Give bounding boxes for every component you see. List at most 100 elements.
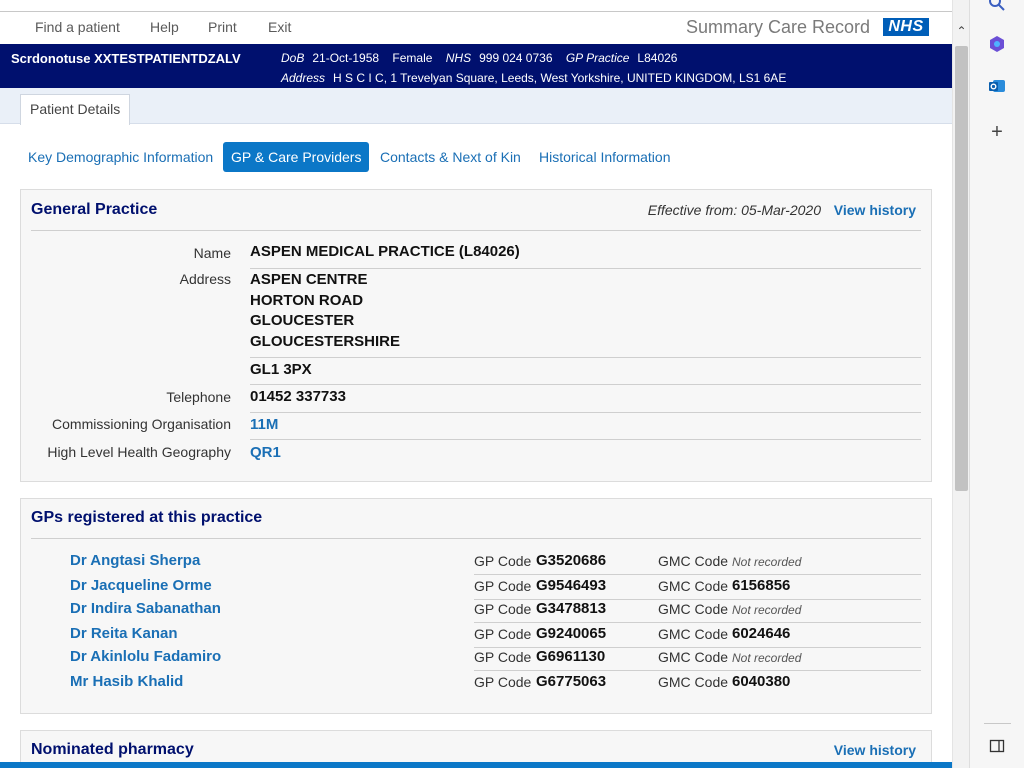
find-patient-link[interactable]: Find a patient [35, 19, 120, 35]
address-label: Address [281, 71, 326, 85]
dob-label: DoB [281, 51, 305, 65]
tab-bar: Patient Details [0, 88, 952, 125]
gp-code-value: G3520686 [536, 552, 607, 569]
nhs-logo: NHS [883, 18, 929, 36]
view-history-link[interactable]: View history [834, 202, 916, 218]
gp-code-label: GP Code [474, 674, 532, 690]
nhs-number-label: NHS [445, 51, 472, 65]
pharmacy-view-history-link[interactable]: View history [834, 742, 916, 758]
copilot-icon[interactable] [987, 35, 1007, 55]
chevron-up-icon[interactable]: ⌃ [953, 24, 970, 44]
row-divider [250, 268, 921, 269]
card-divider [31, 230, 921, 231]
page-content: Find a patient Help Print Exit Summary C… [0, 0, 952, 768]
row-divider [250, 357, 921, 358]
gp-code-value: G9546493 [536, 577, 607, 594]
gp-code-label: GP Code [474, 626, 532, 642]
subnav-gp-care-providers[interactable]: GP & Care Providers [223, 142, 370, 172]
scrollbar-thumb[interactable] [955, 46, 968, 491]
patient-banner: Scrdonotuse XXTESTPATIENTDZALV DoB 21-Oct… [0, 44, 952, 88]
card-divider [31, 538, 921, 539]
gmc-code-label: GMC Code [658, 578, 729, 594]
gp-name-link[interactable]: Mr Hasib Khalid [70, 673, 183, 690]
divider [984, 723, 1011, 724]
bottom-bar [0, 762, 952, 768]
gmc-code-value: Not recorded [732, 651, 802, 665]
outlook-icon[interactable] [987, 77, 1007, 97]
gp-code-label: GP Code [474, 578, 532, 594]
gmc-code-value: Not recorded [732, 555, 802, 569]
telephone-value: 01452 337733 [250, 388, 346, 405]
gp-name-link[interactable]: Dr Reita Kanan [70, 625, 178, 642]
gp-practice-label: GP Practice [565, 51, 630, 65]
gp-name-link[interactable]: Dr Jacqueline Orme [70, 577, 212, 594]
row-divider [474, 670, 921, 671]
address-line-1: ASPEN CENTRE [250, 271, 368, 288]
practice-address-label: Address [179, 271, 231, 287]
gp-code-value: G6961130 [536, 648, 606, 665]
effective-date: Effective from: 05-Mar-2020 [647, 202, 821, 218]
row-divider [474, 622, 921, 623]
practice-name-value: ASPEN MEDICAL PRACTICE (L84026) [250, 243, 520, 260]
browser-toolbar-remnant [0, 0, 952, 12]
subnav-contacts-next-of-kin[interactable]: Contacts & Next of Kin [380, 142, 521, 172]
gp-name-link[interactable]: Dr Indira Sabanathan [70, 600, 221, 617]
commissioning-label: Commissioning Organisation [52, 416, 231, 432]
subnav-key-demographic[interactable]: Key Demographic Information [28, 142, 213, 172]
sidebar-toggle-icon[interactable] [987, 738, 1007, 758]
row-divider [250, 384, 921, 385]
gp-name-link[interactable]: Dr Akinlolu Fadamiro [70, 648, 221, 665]
gp-practice-value: L84026 [637, 51, 678, 65]
row-divider [474, 574, 921, 575]
search-icon[interactable] [987, 0, 1007, 14]
exit-link[interactable]: Exit [268, 19, 291, 35]
commissioning-link[interactable]: 11M [250, 416, 278, 433]
gmc-code-label: GMC Code [658, 601, 729, 617]
general-practice-title: General Practice [31, 201, 158, 218]
gmc-code-value: Not recorded [732, 603, 802, 617]
general-practice-card: General Practice Effective from: 05-Mar-… [20, 189, 932, 482]
patient-name: Scrdonotuse XXTESTPATIENTDZALV [11, 51, 241, 66]
practice-name-label: Name [193, 245, 231, 261]
row-divider [250, 439, 921, 440]
gp-code-label: GP Code [474, 601, 532, 617]
gmc-code-label: GMC Code [658, 626, 729, 642]
address-value: H S C I C, 1 Trevelyan Square, Leeds, We… [333, 71, 787, 85]
telephone-label: Telephone [166, 389, 231, 405]
tab-patient-details[interactable]: Patient Details [20, 94, 131, 125]
patient-address-row: Address H S C I C, 1 Trevelyan Square, Le… [281, 71, 786, 85]
gmc-code-label: GMC Code [658, 649, 729, 665]
pharmacy-title: Nominated pharmacy [31, 741, 194, 758]
address-line-4: GLOUCESTERSHIRE [250, 333, 401, 350]
postcode-value: GL1 3PX [250, 361, 312, 378]
top-navigation: Find a patient Help Print Exit Summary C… [0, 12, 952, 44]
dob-value: 21-Oct-1958 [312, 51, 380, 65]
row-divider [250, 412, 921, 413]
gp-code-label: GP Code [474, 649, 532, 665]
gender-value: Female [392, 51, 433, 65]
gps-title: GPs registered at this practice [31, 509, 263, 526]
geography-label: High Level Health Geography [47, 444, 231, 460]
patient-demographics-row: DoB 21-Oct-1958 Female NHS 999 024 0736 GP… [281, 51, 687, 65]
add-icon[interactable]: + [987, 122, 1007, 142]
gmc-code-value: 6040380 [732, 673, 791, 690]
nhs-number-value: 999 024 0736 [479, 51, 553, 65]
gp-code-value: G3478813 [536, 600, 607, 617]
gp-code-value: G6775063 [536, 673, 607, 690]
address-line-2: HORTON ROAD [250, 292, 364, 309]
gps-card: GPs registered at this practice Dr Angta… [20, 498, 932, 714]
gp-name-link[interactable]: Dr Angtasi Sherpa [70, 552, 200, 569]
subnav-historical-information[interactable]: Historical Information [539, 142, 671, 172]
gmc-code-value: 6156856 [732, 577, 791, 594]
vertical-scrollbar[interactable]: ⌃ [952, 0, 969, 768]
help-link[interactable]: Help [150, 19, 179, 35]
gmc-code-value: 6024646 [732, 625, 791, 642]
app-title: Summary Care Record [685, 17, 870, 37]
browser-side-panel: + [969, 0, 1024, 768]
geography-link[interactable]: QR1 [250, 444, 281, 461]
gmc-code-label: GMC Code [658, 674, 729, 690]
gp-code-value: G9240065 [536, 625, 607, 642]
address-line-3: GLOUCESTER [250, 312, 355, 329]
gp-code-label: GP Code [474, 553, 532, 569]
print-link[interactable]: Print [208, 19, 237, 35]
